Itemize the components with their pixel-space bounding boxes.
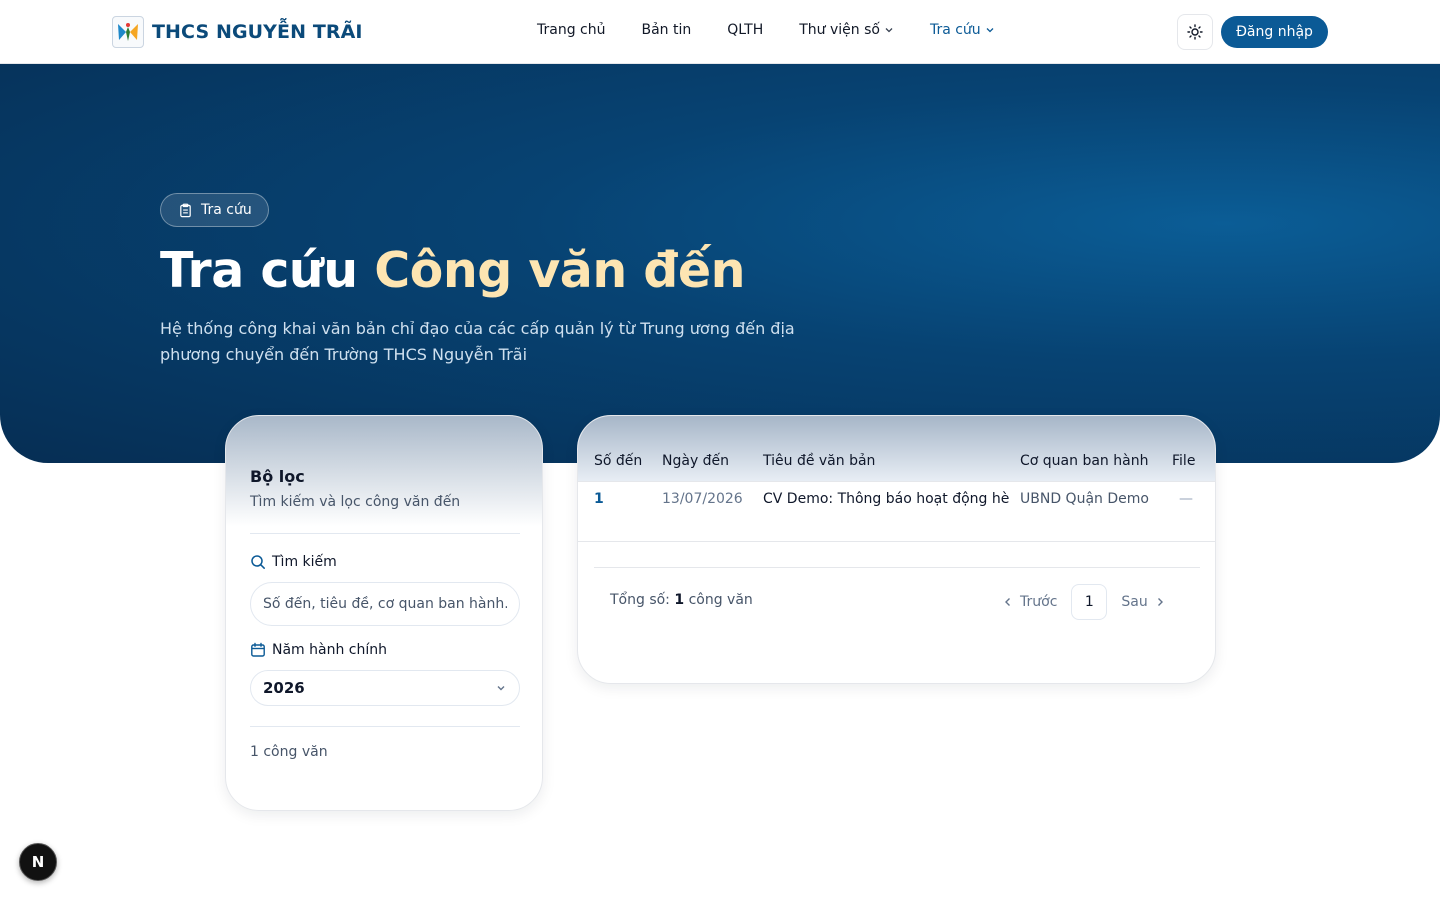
nav-item-qlth[interactable]: QLTH (727, 22, 763, 38)
total-suffix: công văn (688, 592, 753, 608)
column-header: Cơ quan ban hành (1020, 453, 1149, 469)
nav-item-label: QLTH (727, 22, 764, 38)
filter-subtitle: Tìm kiếm và lọc công văn đến (250, 494, 461, 510)
hero-badge: Tra cứu (160, 193, 269, 227)
column-header: Tiêu đề văn bản (763, 453, 876, 469)
school-logo-icon (112, 16, 144, 48)
cell-file: — (1179, 491, 1193, 507)
column-header: Số đến (594, 453, 643, 469)
total-prefix: Tổng số: (610, 592, 670, 608)
cell-co-quan: UBND Quận Demo (1020, 491, 1149, 507)
nav-item-news[interactable]: Bản tin (641, 22, 691, 38)
page-description: Hệ thống công khai văn bản chỉ đạo của c… (160, 319, 795, 364)
nav-item-label: Tra cứu (929, 22, 981, 38)
column-header: File (1172, 453, 1196, 469)
page-title-accent: Công văn đến (374, 242, 746, 299)
search-input[interactable] (250, 582, 520, 626)
calendar-icon (251, 642, 265, 657)
hero-banner: Tra cứu Tra cứu Công văn đến Hệ thống cô… (0, 64, 1440, 463)
next-label: Sau (1121, 594, 1148, 610)
filter-divider (250, 726, 520, 727)
login-button[interactable]: Đăng nhập (1221, 16, 1328, 48)
chevron-down-icon (497, 686, 505, 691)
filter-divider (250, 533, 520, 534)
nav-item-label: Trang chủ (537, 22, 606, 38)
documents-table: Số đến Ngày đến Tiêu đề văn bản Cơ quan … (577, 415, 1216, 684)
pagination: Trước 1 Sau (1002, 584, 1166, 620)
year-select[interactable]: 2026 (250, 670, 520, 706)
search-label-text: Tìm kiếm (272, 554, 337, 570)
nextjs-dev-badge[interactable]: N (19, 843, 57, 881)
nav-item-lookup[interactable]: Tra cứu (930, 22, 995, 38)
search-label: Tìm kiếm (250, 554, 337, 570)
nav-item-home[interactable]: Trang chủ (537, 22, 605, 38)
chevron-left-icon (1005, 598, 1010, 606)
top-navbar: THCS NGUYỄN TRÃI Trang chủ Bản tin QLTH … (0, 0, 1440, 64)
cell-so-den: 1 (594, 491, 604, 507)
page-title: Tra cứu Công văn đến (160, 242, 746, 299)
theme-toggle-button[interactable] (1177, 14, 1213, 50)
page-title-plain: Tra cứu (160, 242, 358, 299)
year-select-value: 2026 (263, 679, 305, 697)
next-page-button[interactable]: Sau (1121, 594, 1165, 610)
cell-tieu-de[interactable]: CV Demo: Thông báo hoạt động hè (763, 491, 1009, 507)
table-row[interactable]: 1 13/07/2026 CV Demo: Thông báo hoạt độn… (578, 482, 1215, 542)
year-label-text: Năm hành chính (272, 642, 387, 658)
total-count: Tổng số: 1 công văn (610, 592, 753, 608)
chevron-down-icon (885, 28, 893, 33)
sun-icon (1187, 24, 1203, 40)
total-number: 1 (674, 592, 685, 608)
filter-panel: Bộ lọc Tìm kiếm và lọc công văn đến Tìm … (225, 415, 543, 811)
table-footer-divider (594, 567, 1200, 568)
result-count: 1 công văn (250, 744, 328, 760)
hero-badge-label: Tra cứu (201, 202, 252, 218)
prev-page-button[interactable]: Trước (1002, 594, 1057, 610)
year-label: Năm hành chính (250, 642, 387, 658)
brand-name: THCS NGUYỄN TRÃI (152, 21, 363, 43)
chevron-down-icon (986, 28, 994, 33)
nav-item-label: Thư viện số (799, 22, 880, 38)
column-header: Ngày đến (662, 453, 730, 469)
filter-title: Bộ lọc (250, 467, 305, 486)
cell-ngay-den: 13/07/2026 (662, 491, 743, 507)
nav-item-label: Bản tin (641, 22, 692, 38)
chevron-right-icon (1157, 598, 1163, 606)
prev-label: Trước (1020, 594, 1058, 610)
brand[interactable]: THCS NGUYỄN TRÃI (112, 16, 363, 48)
table-header-row: Số đến Ngày đến Tiêu đề văn bản Cơ quan … (578, 441, 1215, 482)
nav-item-digital-library[interactable]: Thư viện số (799, 22, 894, 38)
clipboard-icon (180, 203, 191, 217)
main-nav: Trang chủ Bản tin QLTH Thư viện số Tra c… (537, 22, 995, 38)
search-icon (251, 555, 265, 569)
page-number-button[interactable]: 1 (1071, 584, 1108, 620)
